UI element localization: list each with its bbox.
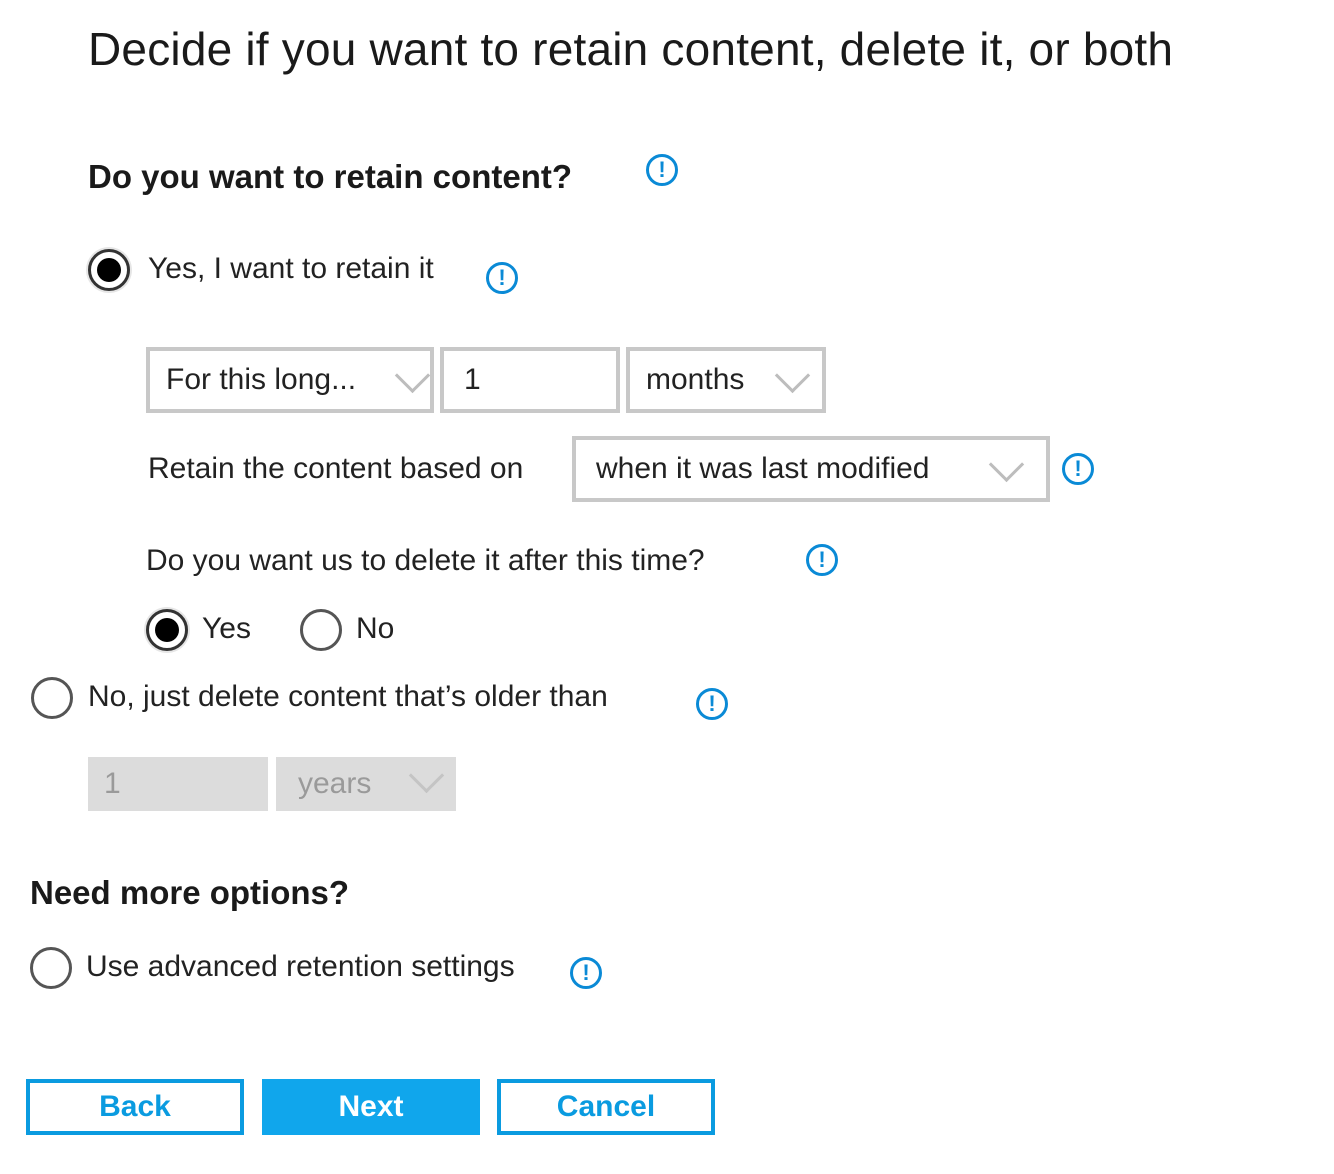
delete-after-yes-label: Yes	[202, 612, 251, 645]
duration-mode-select[interactable]: For this long...	[146, 347, 434, 413]
delete-after-yes-radio[interactable]	[146, 609, 188, 651]
next-button[interactable]: Next	[262, 1079, 480, 1135]
duration-mode-value: For this long...	[166, 363, 357, 396]
info-icon[interactable]: !	[486, 262, 518, 294]
page-title: Decide if you want to retain content, de…	[88, 23, 1174, 75]
chevron-down-icon	[408, 757, 445, 794]
back-button[interactable]: Back	[26, 1079, 244, 1135]
info-icon[interactable]: !	[806, 544, 838, 576]
delete-only-amount-input[interactable]: 1	[88, 757, 268, 811]
chevron-down-icon	[988, 446, 1025, 483]
advanced-settings-label: Use advanced retention settings	[86, 950, 515, 983]
delete-only-amount-value: 1	[104, 767, 121, 800]
delete-only-unit-select[interactable]: years	[276, 757, 456, 811]
advanced-settings-radio[interactable]	[30, 947, 72, 989]
duration-unit-select[interactable]: months	[626, 347, 826, 413]
based-on-label: Retain the content based on	[148, 452, 524, 485]
based-on-select[interactable]: when it was last modified	[572, 436, 1050, 502]
delete-after-no-radio[interactable]	[300, 609, 342, 651]
cancel-button[interactable]: Cancel	[497, 1079, 715, 1135]
retain-heading: Do you want to retain content?	[88, 158, 572, 195]
info-icon[interactable]: !	[696, 688, 728, 720]
duration-unit-value: months	[646, 363, 745, 396]
radio-selected-dot	[97, 258, 121, 282]
based-on-value: when it was last modified	[596, 452, 930, 485]
retain-yes-label: Yes, I want to retain it	[148, 252, 434, 285]
delete-only-unit-value: years	[298, 767, 372, 800]
delete-only-label: No, just delete content that’s older tha…	[88, 680, 608, 713]
radio-selected-dot	[155, 618, 179, 642]
more-options-heading: Need more options?	[30, 874, 350, 911]
chevron-down-icon	[394, 357, 431, 394]
chevron-down-icon	[774, 357, 811, 394]
duration-amount-value: 1	[464, 363, 481, 396]
info-icon[interactable]: !	[1062, 453, 1094, 485]
duration-amount-input[interactable]: 1	[440, 347, 620, 413]
delete-after-question: Do you want us to delete it after this t…	[146, 544, 705, 577]
info-icon[interactable]: !	[570, 957, 602, 989]
delete-after-no-label: No	[356, 612, 395, 645]
delete-only-radio[interactable]	[31, 677, 73, 719]
info-icon[interactable]: !	[646, 154, 678, 186]
retain-yes-radio[interactable]	[88, 249, 130, 291]
